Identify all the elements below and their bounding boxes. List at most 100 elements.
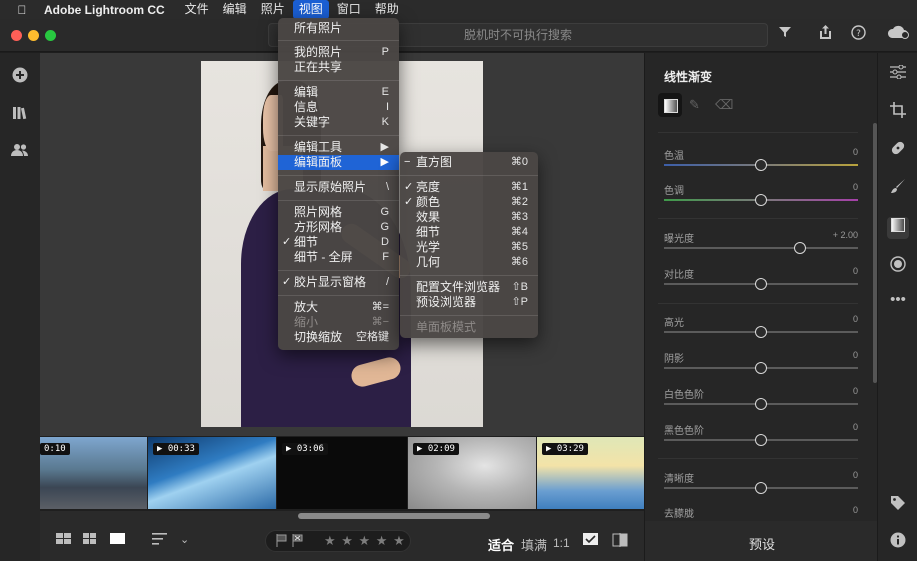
star-rating[interactable]: ★ ★ ★ ★ ★ bbox=[324, 533, 406, 549]
info-icon[interactable] bbox=[887, 532, 909, 554]
menu-item-edit-tools[interactable]: 编辑工具 ▶ bbox=[278, 140, 399, 155]
filmstrip-thumb[interactable]: ▶ 03:06 bbox=[277, 437, 407, 509]
submenu-item-light[interactable]: ✓ 亮度 ⌘1 bbox=[400, 180, 538, 195]
filmstrip-thumb[interactable]: ▶ 00:33 bbox=[148, 437, 276, 509]
close-window-button[interactable] bbox=[11, 30, 22, 41]
menu-window[interactable]: 窗口 bbox=[331, 0, 367, 19]
menu-item-all-photos[interactable]: 所有照片 bbox=[278, 21, 399, 36]
dehaze-slider[interactable]: 去朦胧 0 bbox=[664, 505, 858, 521]
zoom-fill-button[interactable]: 填满 bbox=[521, 535, 547, 554]
brush-icon[interactable] bbox=[887, 178, 909, 200]
brush-tool-icon[interactable]: ✎ bbox=[689, 97, 700, 113]
filter-icon[interactable] bbox=[775, 25, 795, 41]
filmstrip-thumb[interactable]: ▶ 02:09 bbox=[408, 437, 536, 509]
slider-value[interactable]: 0 bbox=[853, 314, 858, 324]
healing-brush-icon[interactable] bbox=[887, 140, 909, 162]
blacks-slider[interactable]: 黑色色阶 0 bbox=[664, 422, 858, 458]
slider-knob[interactable] bbox=[793, 242, 806, 254]
highlights-slider[interactable]: 高光 0 bbox=[664, 314, 858, 350]
clarity-slider[interactable]: 清晰度 0 bbox=[664, 470, 858, 506]
submenu-item-geometry[interactable]: 几何 ⌘6 bbox=[400, 255, 538, 270]
zoom-1-1-button[interactable]: 1:1 bbox=[553, 536, 570, 550]
contrast-slider[interactable]: 对比度 0 bbox=[664, 266, 858, 302]
submenu-item-profile-browser[interactable]: 配置文件浏览器 ⇧B bbox=[400, 280, 538, 295]
keyword-tag-icon[interactable] bbox=[887, 495, 909, 517]
slider-value[interactable]: 0 bbox=[853, 182, 858, 192]
menu-edit[interactable]: 编辑 bbox=[217, 0, 253, 19]
share-icon[interactable] bbox=[815, 25, 835, 42]
pick-flag-icon[interactable] bbox=[276, 534, 287, 550]
more-icon[interactable]: ••• bbox=[887, 289, 909, 311]
detail-view-icon[interactable] bbox=[110, 533, 126, 548]
tint-slider[interactable]: 色调 0 bbox=[664, 182, 858, 218]
filmstrip-thumb[interactable]: 0:10 bbox=[40, 437, 147, 509]
app-name-menu[interactable]: Adobe Lightroom CC bbox=[44, 3, 165, 17]
slider-knob[interactable] bbox=[755, 278, 767, 290]
slider-value[interactable]: 0 bbox=[853, 266, 858, 276]
shadows-slider[interactable]: 阴影 0 bbox=[664, 350, 858, 386]
slider-value[interactable]: 0 bbox=[853, 422, 858, 432]
zoom-window-button[interactable] bbox=[45, 30, 56, 41]
slider-value[interactable]: 0 bbox=[853, 147, 858, 157]
slider-knob[interactable] bbox=[755, 159, 767, 171]
menu-item-photo-grid[interactable]: 照片网格 G bbox=[278, 205, 399, 220]
eraser-tool-icon[interactable]: ⌫ bbox=[715, 97, 733, 113]
menu-item-detail-fullscreen[interactable]: 细节 - 全屏 F bbox=[278, 250, 399, 265]
slider-knob[interactable] bbox=[755, 482, 767, 494]
menu-item-sharing[interactable]: 正在共享 bbox=[278, 60, 399, 75]
submenu-item-preset-browser[interactable]: 预设浏览器 ⇧P bbox=[400, 295, 538, 310]
submenu-item-optics[interactable]: 光学 ⌘5 bbox=[400, 240, 538, 255]
slider-knob[interactable] bbox=[755, 362, 767, 374]
reject-flag-icon[interactable] bbox=[292, 534, 303, 550]
slider-knob[interactable] bbox=[755, 326, 767, 338]
edit-sliders-icon[interactable] bbox=[887, 64, 909, 86]
square-grid-icon[interactable] bbox=[83, 533, 97, 548]
submenu-item-color[interactable]: ✓ 颜色 ⌘2 bbox=[400, 195, 538, 210]
menu-photo[interactable]: 照片 bbox=[255, 0, 291, 19]
radial-gradient-icon[interactable] bbox=[887, 256, 909, 278]
filmstrip-thumb[interactable]: ▶ 03:29 bbox=[537, 437, 644, 509]
compare-icon[interactable] bbox=[583, 533, 599, 549]
menu-item-filmstrip[interactable]: ✓ 胶片显示窗格 / bbox=[278, 275, 399, 290]
slider-knob[interactable] bbox=[755, 434, 767, 446]
menu-view[interactable]: 视图 bbox=[292, 0, 329, 19]
before-after-icon[interactable] bbox=[612, 533, 628, 550]
sort-icon[interactable] bbox=[152, 533, 170, 548]
slider-value[interactable]: 0 bbox=[853, 470, 858, 480]
zoom-fit-button[interactable]: 适合 bbox=[488, 535, 514, 554]
menu-item-show-original[interactable]: 显示原始照片 \ bbox=[278, 180, 399, 195]
slider-value[interactable]: 0 bbox=[853, 350, 858, 360]
submenu-item-effects[interactable]: 效果 ⌘3 bbox=[400, 210, 538, 225]
menu-item-keywords[interactable]: 关键字 K bbox=[278, 115, 399, 130]
linear-gradient-tool-icon[interactable] bbox=[658, 93, 682, 117]
menu-file[interactable]: 文件 bbox=[179, 0, 215, 19]
filmstrip-scroll-thumb[interactable] bbox=[298, 513, 490, 519]
minimize-window-button[interactable] bbox=[28, 30, 39, 41]
cloud-sync-icon[interactable] bbox=[884, 25, 912, 42]
filmstrip-scrollbar[interactable] bbox=[40, 511, 644, 521]
temperature-slider[interactable]: 色温 0 bbox=[664, 147, 858, 183]
menu-item-edit[interactable]: 编辑 E bbox=[278, 85, 399, 100]
slider-value[interactable]: + 2.00 bbox=[833, 230, 858, 240]
menu-help[interactable]: 帮助 bbox=[369, 0, 405, 19]
linear-gradient-icon[interactable] bbox=[887, 217, 909, 239]
crop-icon[interactable] bbox=[887, 102, 909, 124]
library-icon[interactable] bbox=[9, 105, 31, 125]
photo-grid-icon[interactable] bbox=[56, 533, 72, 548]
menu-item-square-grid[interactable]: 方形网格 G bbox=[278, 220, 399, 235]
help-icon[interactable]: ? bbox=[848, 25, 868, 43]
menu-item-zoom-in[interactable]: 放大 ⌘= bbox=[278, 300, 399, 315]
menu-item-my-photos[interactable]: 我的照片 P bbox=[278, 45, 399, 60]
slider-knob[interactable] bbox=[755, 194, 767, 206]
slider-knob[interactable] bbox=[755, 398, 767, 410]
submenu-item-histogram[interactable]: − 直方图 ⌘0 bbox=[400, 155, 538, 170]
chevron-down-icon[interactable]: ⌄ bbox=[180, 533, 189, 546]
add-photos-icon[interactable] bbox=[9, 67, 31, 87]
menu-item-detail[interactable]: ✓ 细节 D bbox=[278, 235, 399, 250]
whites-slider[interactable]: 白色色阶 0 bbox=[664, 386, 858, 422]
menu-item-toggle-zoom[interactable]: 切换缩放 空格键 bbox=[278, 330, 399, 345]
exposure-slider[interactable]: 曝光度 + 2.00 bbox=[664, 230, 858, 266]
slider-value[interactable]: 0 bbox=[853, 505, 858, 515]
submenu-item-detail[interactable]: 细节 ⌘4 bbox=[400, 225, 538, 240]
menu-item-edit-panels[interactable]: 编辑面板 ▶ bbox=[278, 155, 399, 170]
